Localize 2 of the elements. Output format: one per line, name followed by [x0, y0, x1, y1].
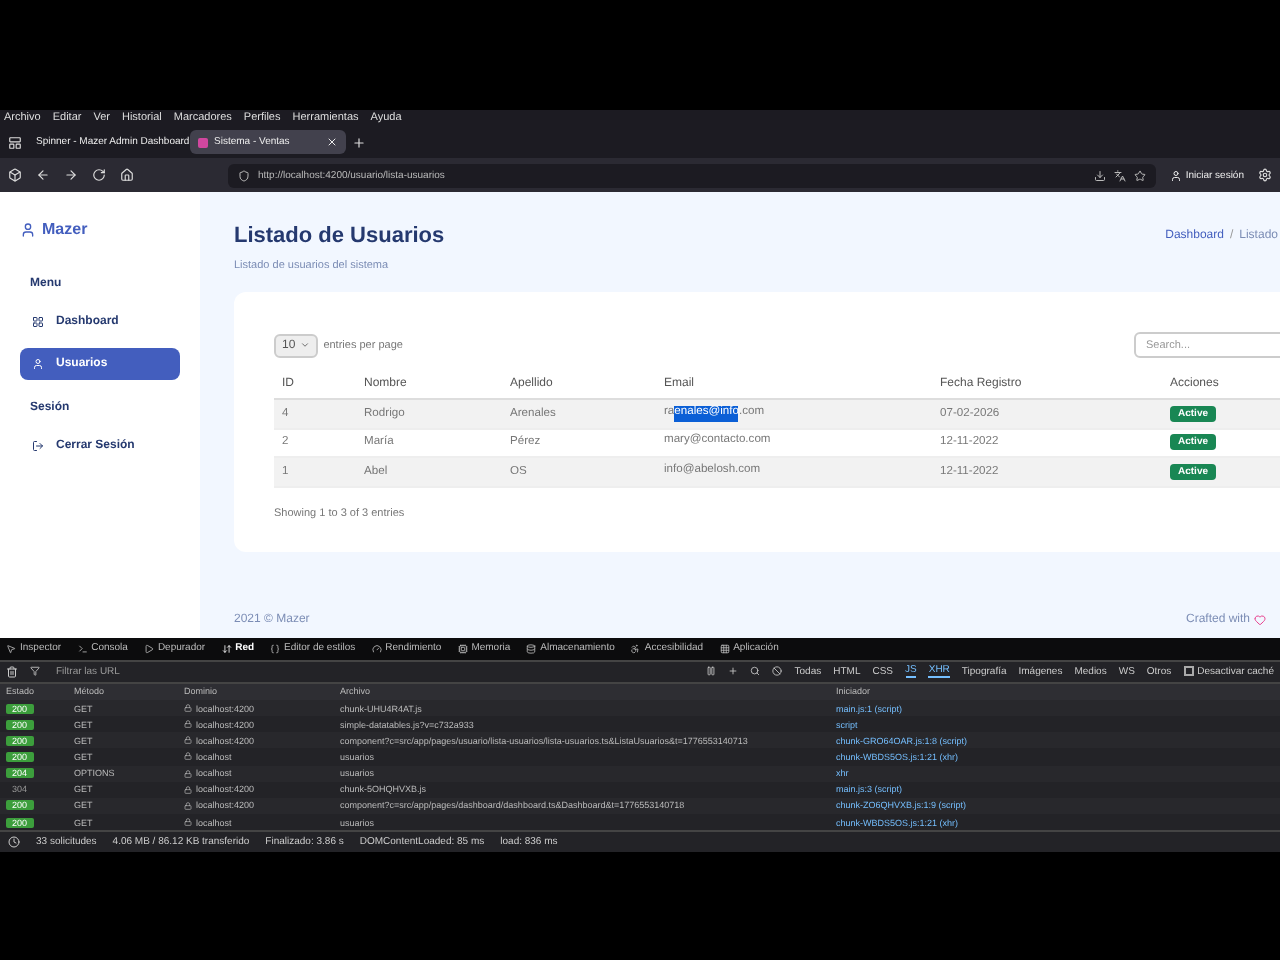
logo-text: Mazer [42, 220, 88, 238]
page-title: Listado de Usuarios [234, 224, 445, 248]
